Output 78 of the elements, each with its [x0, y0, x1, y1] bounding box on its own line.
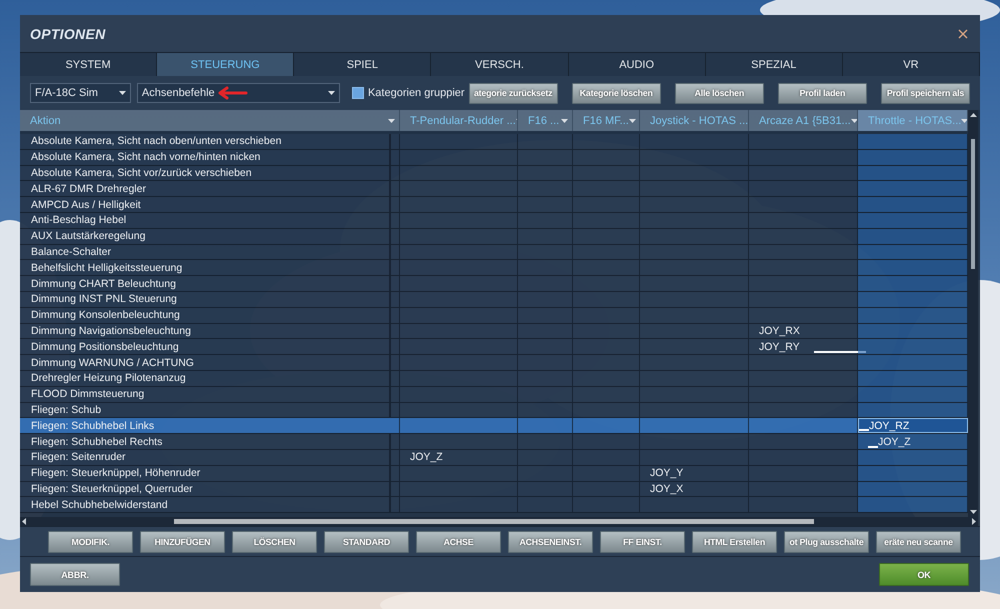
close-icon[interactable] [958, 28, 968, 38]
table-row[interactable]: Dimmung Positionsbeleuchtung JOY_RY [20, 339, 968, 356]
action-text: Fliegen: Schub [31, 404, 102, 416]
table-row[interactable]: Dimmung Navigationsbeleuchtung JOY_RX [20, 324, 968, 340]
action-text: Fliegen: Schubhebel Rechts [31, 436, 162, 448]
binding-cell[interactable]: JOY_Z [858, 434, 968, 449]
table-row[interactable]: Absolute Kamera, Sicht vor/zurück verschieben [20, 166, 968, 182]
action-text: Hebel Schubhebelwiderstand [31, 498, 168, 511]
caret-icon [118, 91, 126, 95]
caret-icon [328, 91, 335, 95]
action-text: Dimmung CHART Beleuchtung [31, 278, 176, 290]
table-row[interactable]: Dimmung CHART Beleuchtung [20, 276, 968, 292]
table-row[interactable]: Balance-Schalter [20, 244, 968, 260]
scroll-left-icon[interactable] [22, 518, 26, 525]
table-row[interactable]: Fliegen: Steuerknüppel, Höhenruder JOY_Y [20, 466, 968, 482]
action-text: Anti-Beschlag Hebel [31, 214, 126, 226]
binding-text: JOY_RY [759, 340, 800, 353]
action-text: AMPCD Aus / Helligkeit [31, 198, 141, 211]
action-text: Absolute Kamera, Sicht vor/zurück verschieben [31, 166, 252, 179]
binding-text: JOY_Y [650, 467, 684, 480]
table-row[interactable]: Anti-Beschlag Hebel [20, 212, 968, 229]
action-text: Dimmung WARNUNG / ACHTUNG [31, 356, 194, 369]
action-text: Behelfslicht Helligkeitssteuerung [31, 262, 182, 274]
action-text: Fliegen: Seitenruder [31, 451, 126, 464]
table-row[interactable]: Absolute Kamera, Sicht nach oben/unten verschieben [20, 134, 968, 150]
table-row[interactable]: Dimmung Konsolenbeleuchtung [20, 308, 968, 324]
annotation-arrow-icon [216, 86, 248, 100]
action-text: Fliegen: Steuerknüppel, Höhenruder [31, 467, 200, 480]
window-title: OPTIONEN [30, 26, 106, 42]
table-row[interactable]: Fliegen: Schub [20, 402, 968, 418]
caret-icon [628, 118, 636, 122]
binding-text: JOY_Z [878, 436, 911, 448]
table-row[interactable]: Fliegen: Schubhebel Links JOY_RZ [20, 418, 968, 434]
action-text: FLOOD Dimmsteuerung [31, 388, 144, 400]
binding-text: JOY_RX [759, 324, 800, 337]
table-row[interactable]: Fliegen: Seitenruder JOY_Z [20, 450, 968, 466]
table-row[interactable]: Hebel Schubhebelwiderstand [20, 497, 968, 514]
scroll-right-icon[interactable] [972, 518, 976, 525]
action-text: Balance-Schalter [31, 246, 111, 258]
vertical-scrollbar[interactable] [968, 110, 978, 517]
action-text: Absolute Kamera, Sicht nach vorne/hinten nicken [31, 151, 260, 164]
caret-icon [961, 118, 967, 122]
binding-text: JOY_Z [410, 451, 443, 464]
table-row[interactable]: AMPCD Aus / Helligkeit [20, 197, 968, 213]
action-text: ALR-67 DMR Drehregler [31, 182, 146, 195]
scroll-down-icon[interactable] [970, 510, 976, 514]
checkbox[interactable] [352, 87, 364, 99]
tab[interactable]: STEUERUNG [157, 52, 294, 76]
aircraft-dropdown[interactable]: F/A-18C Sim [30, 83, 131, 103]
table-row[interactable]: Absolute Kamera, Sicht nach vorne/hinten nicken [20, 150, 968, 166]
action-text: Dimmung Konsolenbeleuchtung [31, 309, 180, 322]
table-row[interactable]: Behelfslicht Helligkeitssteuerung [20, 260, 968, 276]
horizontal-scrollbar[interactable] [20, 517, 978, 526]
table-row[interactable]: Drehregler Heizung Pilotenanzug [20, 370, 968, 387]
category-dropdown[interactable]: Achsenbefehle [136, 83, 340, 103]
table-row[interactable]: Fliegen: Steuerknüppel, Querruder JOY_X [20, 482, 968, 498]
action-text: Absolute Kamera, Sicht nach oben/unten verschieben [31, 135, 282, 148]
binding-text: JOY_RZ [869, 420, 910, 432]
action-text: Dimmung Positionsbeleuchtung [31, 340, 179, 353]
scroll-up-icon[interactable] [970, 113, 976, 117]
binding-text: JOY_X [650, 482, 684, 495]
caret-icon [850, 118, 857, 122]
table-row[interactable]: Dimmung WARNUNG / ACHTUNG [20, 355, 968, 371]
table-row[interactable]: ALR-67 DMR Drehregler [20, 181, 968, 198]
caret-icon [561, 118, 568, 122]
binding-cell[interactable]: JOY_RZ [858, 418, 968, 434]
table-row[interactable]: Fliegen: Schubhebel Rechts JOY_Z [20, 434, 968, 450]
action-text: Dimmung INST PNL Steuerung [31, 293, 177, 306]
table-row[interactable]: FLOOD Dimmsteuerung [20, 386, 968, 403]
table-row[interactable]: AUX Lautstärkeregelung [20, 228, 968, 245]
checkbox-label: Kategorien gruppier [368, 87, 465, 99]
action-text: Drehregler Heizung Pilotenanzug [31, 372, 186, 384]
caret-icon [388, 118, 395, 122]
action-text: AUX Lautstärkeregelung [31, 230, 146, 242]
table-row[interactable]: Dimmung INST PNL Steuerung [20, 292, 968, 308]
action-text: Fliegen: Schubhebel Links [31, 420, 154, 432]
action-text: Dimmung Navigationsbeleuchtung [31, 324, 191, 337]
action-text: Fliegen: Steuerknüppel, Querruder [31, 482, 193, 495]
